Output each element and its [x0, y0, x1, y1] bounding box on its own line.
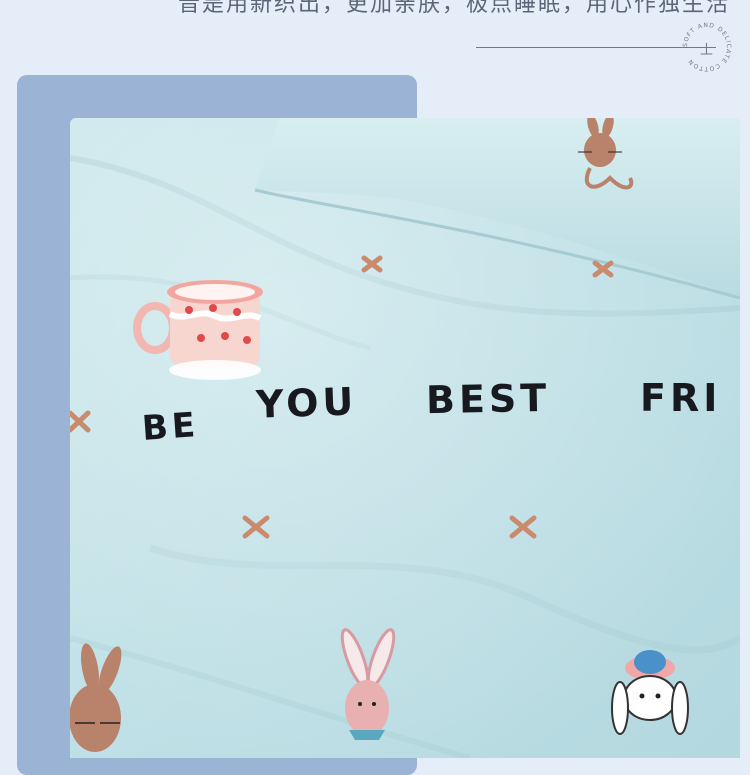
embroidery-word: FRI [640, 376, 722, 420]
header-caption: 音是用新织出，更加亲肤，极点睡眠，用心作独生活 [178, 0, 731, 17]
embroidery-word: BE [140, 405, 201, 449]
bedding-photo: BE YOU BEST FRI [70, 118, 740, 758]
seal-mark: 土 [700, 43, 714, 58]
embroidered-text: BE YOU BEST FRI [70, 118, 740, 758]
embroidery-word: BEST [425, 375, 551, 423]
embroidery-word: YOU [255, 379, 359, 427]
